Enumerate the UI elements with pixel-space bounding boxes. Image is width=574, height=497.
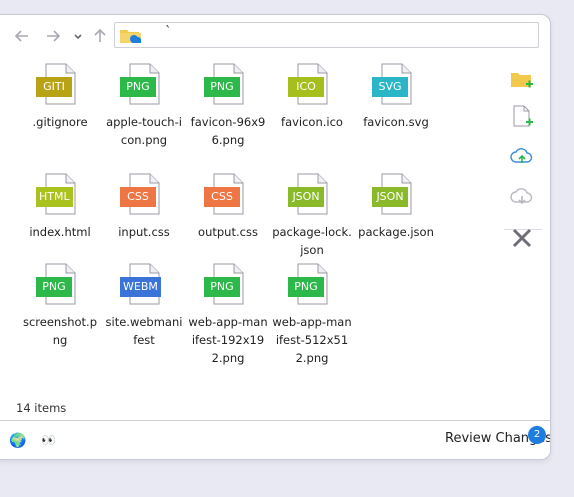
footer-bar: 🌍 👀 Review Changes 2	[0, 420, 550, 459]
new-folder-icon	[511, 73, 533, 88]
file-type-badge: WEBM	[120, 277, 161, 297]
cloud-download-icon	[510, 188, 533, 205]
file-type-badge: SVG	[372, 77, 408, 97]
file-name: input.css	[118, 225, 170, 239]
file-item[interactable]: CSS output.css	[188, 173, 268, 241]
file-name: web-app-manifest-512x512.png	[272, 315, 352, 365]
eyes-icon[interactable]: 👀	[41, 433, 56, 447]
file-type-badge: ICO	[288, 77, 324, 97]
file-name: web-app-manifest-192x192.png	[188, 315, 268, 365]
file-type-badge: PNG	[36, 277, 72, 297]
history-dropdown-button[interactable]	[71, 25, 85, 47]
file-icon: PNG	[288, 263, 330, 305]
file-icon: PNG	[204, 263, 246, 305]
forward-button[interactable]	[42, 25, 64, 47]
file-type-badge: GITI	[36, 77, 72, 97]
up-button[interactable]	[89, 25, 111, 47]
file-name: screenshot.png	[22, 315, 97, 347]
file-item[interactable]: PNG favicon-96x96.png	[188, 63, 268, 149]
close-icon	[512, 228, 532, 248]
file-item[interactable]: PNG apple-touch-icon.png	[104, 63, 184, 149]
file-name: package.json	[358, 225, 434, 239]
chevron-down-icon	[74, 34, 82, 40]
file-item[interactable]: CSS input.css	[104, 173, 184, 241]
cloud-folder-icon	[120, 30, 141, 43]
file-icon: ICO	[288, 63, 330, 105]
file-type-badge: PNG	[204, 77, 240, 97]
file-icon: PNG	[120, 63, 162, 105]
file-name: site.webmanifest	[105, 315, 183, 347]
file-type-badge: HTML	[36, 187, 73, 207]
file-name: favicon.svg	[363, 115, 429, 129]
file-item[interactable]: HTML index.html	[20, 173, 100, 241]
address-bar[interactable]: `	[114, 22, 539, 48]
upload-button[interactable]	[509, 143, 535, 169]
file-type-badge: CSS	[204, 187, 240, 207]
new-folder-button[interactable]	[509, 67, 535, 93]
file-icon: JSON	[288, 173, 330, 215]
file-type-badge: CSS	[120, 187, 156, 207]
close-button[interactable]	[509, 225, 535, 251]
file-icon: GITI	[36, 63, 78, 105]
file-item[interactable]: JSON package-lock.json	[272, 173, 352, 259]
file-icon: CSS	[204, 173, 246, 215]
file-name: index.html	[29, 225, 91, 239]
new-file-icon	[513, 105, 533, 127]
file-name: favicon.ico	[281, 115, 343, 129]
file-name: .gitignore	[32, 115, 88, 129]
arrow-left-icon	[14, 30, 28, 42]
file-icon: SVG	[372, 63, 414, 105]
review-count-badge: 2	[528, 426, 546, 444]
file-item[interactable]: SVG favicon.svg	[356, 63, 436, 131]
file-name: output.css	[198, 225, 258, 239]
file-item[interactable]: PNG web-app-manifest-512x512.png	[272, 263, 352, 367]
file-icon: CSS	[120, 173, 162, 215]
arrow-right-icon	[47, 30, 61, 42]
arrow-up-icon	[94, 28, 106, 42]
file-type-badge: JSON	[372, 187, 408, 207]
file-icon: WEBM	[120, 263, 162, 305]
file-icon: PNG	[36, 263, 78, 305]
file-name: apple-touch-icon.png	[106, 115, 182, 147]
file-type-badge: PNG	[204, 277, 240, 297]
toolbar: `	[0, 15, 550, 55]
globe-icon[interactable]: 🌍	[9, 433, 26, 449]
file-type-badge: JSON	[288, 187, 324, 207]
file-item[interactable]: WEBM site.webmanifest	[104, 263, 184, 349]
file-item[interactable]: GITI .gitignore	[20, 63, 100, 131]
file-manager-window: ` GITI .gitignore PNG apple-touch-icon.png P…	[0, 14, 551, 460]
file-name: package-lock.json	[272, 225, 352, 257]
back-button[interactable]	[11, 25, 33, 47]
download-button[interactable]	[509, 183, 535, 209]
new-file-button[interactable]	[509, 103, 535, 129]
file-icon: PNG	[204, 63, 246, 105]
file-icon: HTML	[36, 173, 78, 215]
file-item[interactable]: JSON package.json	[356, 173, 436, 241]
file-type-badge: PNG	[288, 277, 324, 297]
item-count: 14 items	[16, 401, 67, 415]
file-item[interactable]: ICO favicon.ico	[272, 63, 352, 131]
file-type-badge: PNG	[120, 77, 156, 97]
file-item[interactable]: PNG screenshot.png	[20, 263, 100, 349]
file-item[interactable]: PNG web-app-manifest-192x192.png	[188, 263, 268, 367]
address-text: `	[165, 25, 172, 40]
cloud-upload-icon	[510, 148, 533, 163]
file-icon: JSON	[372, 173, 414, 215]
file-name: favicon-96x96.png	[190, 115, 266, 147]
